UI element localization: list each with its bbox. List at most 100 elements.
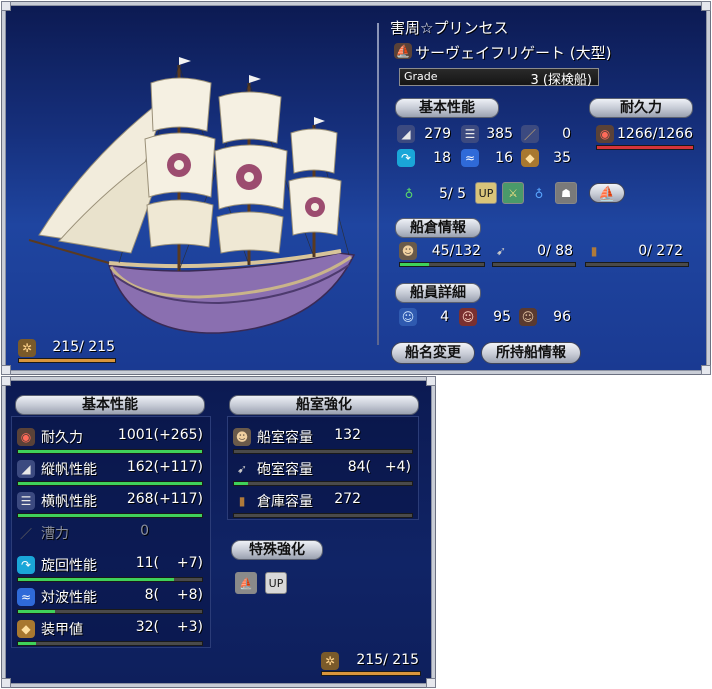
stat-row-durability: ◉ 耐久力 1001( +265) (17, 427, 203, 459)
ship-type: サーヴェイフリゲート (大型) (415, 44, 612, 62)
stat-value: 1001( (117, 427, 159, 443)
ship-wheel-icon: ✲ (321, 652, 339, 670)
ship-view-button[interactable]: ⛵ (589, 183, 625, 203)
fighter-count: 96 (553, 309, 571, 325)
wave-value: 16 (495, 150, 513, 166)
durability-icon: ◉ (17, 428, 35, 446)
cabin-value: 84( (347, 459, 371, 475)
stat-bonus: +117) (159, 491, 203, 507)
special-ship-icon[interactable]: ⛵ (235, 572, 257, 594)
panel-corner (701, 365, 711, 375)
stat-row-wave: ≈ 対波性能 8( +8) (17, 587, 203, 619)
storage-capacity-bar (585, 262, 689, 267)
grade-bar: Grade 3 (探検船) (399, 68, 599, 88)
panel-corner (701, 1, 711, 11)
special-header: 特殊強化 (231, 540, 323, 560)
cabin-bar (233, 449, 413, 454)
cabin-label: 船室容量 (257, 430, 313, 446)
grade-value: 3 (探検船) (530, 73, 592, 88)
turn-icon: ↷ (397, 149, 415, 167)
fighter-icon: ☺ (519, 308, 537, 326)
detail-supply-bar (321, 671, 421, 676)
durability-value: 1266/1266 (617, 126, 693, 142)
ship-wheel-icon: ✲ (18, 339, 36, 357)
cabin-row-storage: ▮ 倉庫容量 272 (233, 491, 413, 523)
stat-bonus: +8) (176, 587, 203, 603)
crew-capacity-bar (399, 262, 485, 267)
durability-icon: ◉ (596, 125, 614, 143)
upgrade-icon[interactable]: UP (265, 572, 287, 594)
stat-bar (17, 609, 203, 614)
stat-row-vertical-sail: ◢ 縦帆性能 162( +117) (17, 459, 203, 491)
panel-corner (1, 1, 11, 11)
stat-label: 装甲値 (41, 622, 83, 638)
panel-corner (1, 365, 11, 375)
armor-value: 35 (553, 150, 571, 166)
gunner-count: 95 (493, 309, 511, 325)
vertical-sail-value: 279 (424, 126, 451, 142)
crew-icon: ☻ (399, 242, 417, 260)
oar-icon: ／ (521, 125, 539, 143)
panel-corner (426, 678, 436, 688)
horizontal-sail-value: 385 (486, 126, 513, 142)
potion-blue-icon: ♁ (534, 187, 544, 201)
cabin-row-crew: ☻ 船室容量 132 (233, 427, 413, 459)
captain-name: 害周☆プリンセス (390, 19, 509, 37)
stat-bonus: +7) (176, 555, 203, 571)
barrel-icon: ▮ (238, 494, 246, 508)
owned-ship-info-button[interactable]: 所持船情報 (481, 342, 581, 364)
cannon-capacity-bar (492, 262, 576, 267)
stat-label: 旋回性能 (41, 558, 97, 574)
detail-basic-header: 基本性能 (15, 395, 205, 415)
armor-icon: ◆ (17, 620, 35, 638)
grade-label: Grade (404, 70, 438, 83)
detail-supply-value: 215/ 215 (356, 652, 419, 668)
stat-bar (17, 449, 203, 454)
stat-row-oar: ／ 漕力 0 (17, 523, 203, 555)
potion-icon: ♁ (404, 187, 414, 201)
stat-value: 162( (126, 459, 159, 475)
cabin-row-cannon: ➹ 砲室容量 84( +4) (233, 459, 413, 491)
sailor-icon: ☺ (399, 308, 417, 326)
stat-bonus: +117) (159, 459, 203, 475)
basic-performance-header: 基本性能 (395, 98, 499, 118)
stat-label: 漕力 (41, 526, 69, 542)
supply-value: 215/ 215 (52, 339, 115, 355)
panel-corner (426, 376, 436, 386)
cabin-header: 船室強化 (229, 395, 419, 415)
horizontal-sail-icon: ☰ (17, 492, 35, 510)
ship-detail-panel: 基本性能 ◉ 耐久力 1001( +265) ◢ 縦帆性能 162( +117)… (1, 376, 436, 688)
stat-value: 11( (135, 555, 159, 571)
ship-info-panel: ✲ 215/ 215 害周☆プリンセス ⛵ サーヴェイフリゲート (大型) Gr… (1, 1, 711, 375)
ship-illustration (28, 57, 356, 334)
crew-capacity-value: 45/132 (431, 243, 481, 259)
rename-ship-button[interactable]: 船名変更 (391, 342, 475, 364)
cabin-value: 272 (334, 491, 361, 507)
stat-row-turn: ↷ 旋回性能 11( +7) (17, 555, 203, 587)
upgrade-icon[interactable]: UP (475, 182, 497, 204)
panel-corner (1, 376, 11, 386)
stat-value: 268( (126, 491, 159, 507)
stat-label: 縦帆性能 (41, 462, 97, 478)
stat-bonus: +3) (176, 619, 203, 635)
cabin-value: 132 (334, 427, 361, 443)
durability-bar (596, 145, 694, 150)
durability-header: 耐久力 (589, 98, 693, 118)
stat-label: 耐久力 (41, 430, 83, 446)
turn-value: 18 (433, 150, 451, 166)
panel-corner (1, 678, 11, 688)
stat-label: 横帆性能 (41, 494, 97, 510)
turn-icon: ↷ (17, 556, 35, 574)
barrel-icon: ▮ (590, 244, 598, 258)
stat-bonus: +265) (159, 427, 203, 443)
cannon-capacity-value: 0/ 88 (537, 243, 573, 259)
cabin-label: 砲室容量 (257, 462, 313, 478)
figurehead-icon[interactable]: ☗ (555, 182, 577, 204)
gunner-icon: ☺ (459, 308, 477, 326)
cabin-label: 倉庫容量 (257, 494, 313, 510)
stat-row-horizontal-sail: ☰ 横帆性能 268( +117) (17, 491, 203, 523)
stat-bar (17, 481, 203, 486)
sword-icon[interactable]: ⚔ (502, 182, 524, 204)
stat-value: 8( (144, 587, 159, 603)
crew-detail-header: 船員詳細 (395, 283, 481, 303)
